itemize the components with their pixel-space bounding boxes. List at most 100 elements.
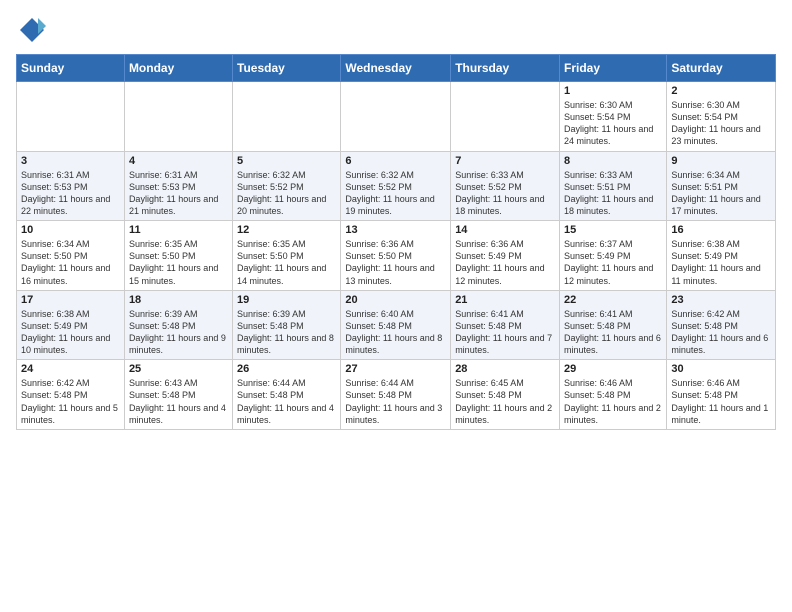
calendar-cell: 10 Sunrise: 6:34 AM Sunset: 5:50 PM Dayli…: [17, 221, 125, 291]
weekday-header-row: SundayMondayTuesdayWednesdayThursdayFrid…: [17, 55, 776, 82]
day-number: 3: [21, 155, 120, 167]
day-number: 22: [564, 294, 662, 306]
calendar-cell: [341, 82, 451, 152]
week-row-3: 10 Sunrise: 6:34 AM Sunset: 5:50 PM Dayli…: [17, 221, 776, 291]
logo-icon: [18, 16, 46, 44]
calendar-cell: 30 Sunrise: 6:46 AM Sunset: 5:48 PM Dayli…: [667, 360, 776, 430]
day-info: Sunrise: 6:41 AM Sunset: 5:48 PM Dayligh…: [564, 308, 662, 357]
calendar-cell: 7 Sunrise: 6:33 AM Sunset: 5:52 PM Daylig…: [451, 151, 560, 221]
day-number: 4: [129, 155, 228, 167]
day-number: 28: [455, 363, 555, 375]
day-info: Sunrise: 6:34 AM Sunset: 5:51 PM Dayligh…: [671, 169, 771, 218]
day-number: 20: [345, 294, 446, 306]
calendar-cell: 9 Sunrise: 6:34 AM Sunset: 5:51 PM Daylig…: [667, 151, 776, 221]
day-info: Sunrise: 6:35 AM Sunset: 5:50 PM Dayligh…: [129, 238, 228, 287]
day-info: Sunrise: 6:32 AM Sunset: 5:52 PM Dayligh…: [345, 169, 446, 218]
day-info: Sunrise: 6:31 AM Sunset: 5:53 PM Dayligh…: [21, 169, 120, 218]
page-header: [16, 16, 776, 44]
calendar-cell: 21 Sunrise: 6:41 AM Sunset: 5:48 PM Dayli…: [451, 290, 560, 360]
calendar-cell: 29 Sunrise: 6:46 AM Sunset: 5:48 PM Dayli…: [560, 360, 667, 430]
day-info: Sunrise: 6:35 AM Sunset: 5:50 PM Dayligh…: [237, 238, 336, 287]
calendar-cell: 28 Sunrise: 6:45 AM Sunset: 5:48 PM Dayli…: [451, 360, 560, 430]
day-info: Sunrise: 6:34 AM Sunset: 5:50 PM Dayligh…: [21, 238, 120, 287]
day-number: 16: [671, 224, 771, 236]
calendar-cell: 8 Sunrise: 6:33 AM Sunset: 5:51 PM Daylig…: [560, 151, 667, 221]
day-number: 7: [455, 155, 555, 167]
day-info: Sunrise: 6:30 AM Sunset: 5:54 PM Dayligh…: [671, 99, 771, 148]
day-number: 11: [129, 224, 228, 236]
day-number: 29: [564, 363, 662, 375]
day-info: Sunrise: 6:46 AM Sunset: 5:48 PM Dayligh…: [671, 377, 771, 426]
day-number: 9: [671, 155, 771, 167]
calendar-cell: 20 Sunrise: 6:40 AM Sunset: 5:48 PM Dayli…: [341, 290, 451, 360]
day-info: Sunrise: 6:33 AM Sunset: 5:52 PM Dayligh…: [455, 169, 555, 218]
day-number: 1: [564, 85, 662, 97]
calendar-cell: 11 Sunrise: 6:35 AM Sunset: 5:50 PM Dayli…: [124, 221, 232, 291]
day-info: Sunrise: 6:45 AM Sunset: 5:48 PM Dayligh…: [455, 377, 555, 426]
day-info: Sunrise: 6:41 AM Sunset: 5:48 PM Dayligh…: [455, 308, 555, 357]
calendar: SundayMondayTuesdayWednesdayThursdayFrid…: [16, 54, 776, 430]
day-number: 27: [345, 363, 446, 375]
day-number: 21: [455, 294, 555, 306]
calendar-cell: 14 Sunrise: 6:36 AM Sunset: 5:49 PM Dayli…: [451, 221, 560, 291]
day-number: 17: [21, 294, 120, 306]
day-info: Sunrise: 6:44 AM Sunset: 5:48 PM Dayligh…: [345, 377, 446, 426]
day-number: 23: [671, 294, 771, 306]
weekday-header-friday: Friday: [560, 55, 667, 82]
weekday-header-wednesday: Wednesday: [341, 55, 451, 82]
calendar-cell: 2Sunrise: 6:30 AM Sunset: 5:54 PM Daylig…: [667, 82, 776, 152]
weekday-header-tuesday: Tuesday: [233, 55, 341, 82]
day-number: 12: [237, 224, 336, 236]
day-number: 14: [455, 224, 555, 236]
weekday-header-sunday: Sunday: [17, 55, 125, 82]
calendar-cell: 17 Sunrise: 6:38 AM Sunset: 5:49 PM Dayli…: [17, 290, 125, 360]
day-info: Sunrise: 6:36 AM Sunset: 5:49 PM Dayligh…: [455, 238, 555, 287]
day-number: 8: [564, 155, 662, 167]
day-number: 18: [129, 294, 228, 306]
weekday-header-thursday: Thursday: [451, 55, 560, 82]
day-number: 6: [345, 155, 446, 167]
calendar-cell: 27 Sunrise: 6:44 AM Sunset: 5:48 PM Dayli…: [341, 360, 451, 430]
day-number: 24: [21, 363, 120, 375]
day-number: 30: [671, 363, 771, 375]
day-info: Sunrise: 6:46 AM Sunset: 5:48 PM Dayligh…: [564, 377, 662, 426]
day-info: Sunrise: 6:43 AM Sunset: 5:48 PM Dayligh…: [129, 377, 228, 426]
calendar-cell: 22 Sunrise: 6:41 AM Sunset: 5:48 PM Dayli…: [560, 290, 667, 360]
calendar-cell: 1Sunrise: 6:30 AM Sunset: 5:54 PM Daylig…: [560, 82, 667, 152]
week-row-1: 1 Sunrise: 6:30 AM Sunset: 5:54 PM Daylig…: [17, 82, 776, 152]
day-info: Sunrise: 6:33 AM Sunset: 5:51 PM Dayligh…: [564, 169, 662, 218]
day-info: Sunrise: 6:32 AM Sunset: 5:52 PM Dayligh…: [237, 169, 336, 218]
week-row-2: 3 Sunrise: 6:31 AM Sunset: 5:53 PM Daylig…: [17, 151, 776, 221]
calendar-cell: 23 Sunrise: 6:42 AM Sunset: 5:48 PM Dayli…: [667, 290, 776, 360]
calendar-cell: [451, 82, 560, 152]
calendar-cell: 15 Sunrise: 6:37 AM Sunset: 5:49 PM Dayli…: [560, 221, 667, 291]
day-info: Sunrise: 6:44 AM Sunset: 5:48 PM Dayligh…: [237, 377, 336, 426]
day-info: Sunrise: 6:39 AM Sunset: 5:48 PM Dayligh…: [237, 308, 336, 357]
day-number: 19: [237, 294, 336, 306]
calendar-cell: 24 Sunrise: 6:42 AM Sunset: 5:48 PM Dayli…: [17, 360, 125, 430]
day-info: Sunrise: 6:37 AM Sunset: 5:49 PM Dayligh…: [564, 238, 662, 287]
day-number: 25: [129, 363, 228, 375]
day-number: 26: [237, 363, 336, 375]
calendar-cell: [233, 82, 341, 152]
day-number: 15: [564, 224, 662, 236]
calendar-cell: 12 Sunrise: 6:35 AM Sunset: 5:50 PM Dayli…: [233, 221, 341, 291]
day-info: Sunrise: 6:42 AM Sunset: 5:48 PM Dayligh…: [671, 308, 771, 357]
day-info: Sunrise: 6:42 AM Sunset: 5:48 PM Dayligh…: [21, 377, 120, 426]
calendar-cell: 5Sunrise: 6:32 AM Sunset: 5:52 PM Daylig…: [233, 151, 341, 221]
day-info: Sunrise: 6:38 AM Sunset: 5:49 PM Dayligh…: [21, 308, 120, 357]
calendar-cell: [124, 82, 232, 152]
day-info: Sunrise: 6:38 AM Sunset: 5:49 PM Dayligh…: [671, 238, 771, 287]
day-info: Sunrise: 6:39 AM Sunset: 5:48 PM Dayligh…: [129, 308, 228, 357]
day-number: 10: [21, 224, 120, 236]
weekday-header-monday: Monday: [124, 55, 232, 82]
day-info: Sunrise: 6:31 AM Sunset: 5:53 PM Dayligh…: [129, 169, 228, 218]
calendar-cell: 19 Sunrise: 6:39 AM Sunset: 5:48 PM Dayli…: [233, 290, 341, 360]
day-info: Sunrise: 6:36 AM Sunset: 5:50 PM Dayligh…: [345, 238, 446, 287]
calendar-cell: 25 Sunrise: 6:43 AM Sunset: 5:48 PM Dayli…: [124, 360, 232, 430]
calendar-cell: 6 Sunrise: 6:32 AM Sunset: 5:52 PM Daylig…: [341, 151, 451, 221]
day-info: Sunrise: 6:40 AM Sunset: 5:48 PM Dayligh…: [345, 308, 446, 357]
calendar-cell: 13Sunrise: 6:36 AM Sunset: 5:50 PM Dayli…: [341, 221, 451, 291]
calendar-cell: 18 Sunrise: 6:39 AM Sunset: 5:48 PM Dayli…: [124, 290, 232, 360]
week-row-5: 24 Sunrise: 6:42 AM Sunset: 5:48 PM Dayli…: [17, 360, 776, 430]
